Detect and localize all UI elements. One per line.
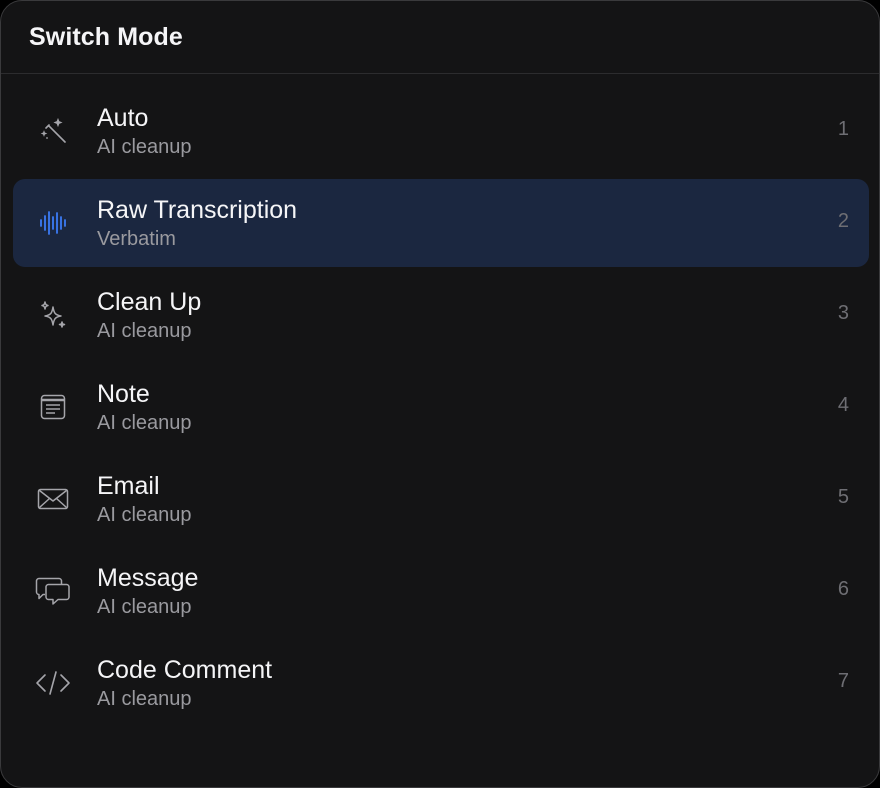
mode-subtitle: AI cleanup <box>97 320 192 342</box>
sparkles-icon <box>35 297 71 333</box>
envelope-icon <box>35 481 71 517</box>
mode-item-raw-transcription[interactable]: Raw Transcription Verbatim 2 <box>13 179 869 267</box>
mode-shortcut: 6 <box>837 578 849 600</box>
mode-subtitle: AI cleanup <box>97 412 192 434</box>
panel-title: Switch Mode <box>29 22 183 51</box>
mode-subtitle: AI cleanup <box>97 136 192 158</box>
mode-title: Raw Transcription <box>97 196 298 224</box>
mode-shortcut: 2 <box>837 210 849 232</box>
mode-item-message[interactable]: Message AI cleanup 6 <box>13 547 869 635</box>
mode-item-note[interactable]: Note AI cleanup 4 <box>13 363 869 451</box>
mode-title: Clean Up <box>97 288 202 316</box>
mode-subtitle: AI cleanup <box>97 596 192 618</box>
code-brackets-icon <box>35 665 71 701</box>
magic-wand-icon <box>35 113 71 149</box>
mode-shortcut: 7 <box>837 670 849 692</box>
mode-title: Note <box>97 380 150 408</box>
mode-subtitle: AI cleanup <box>97 504 192 526</box>
mode-item-code-comment[interactable]: Code Comment AI cleanup 7 <box>13 639 869 727</box>
mode-shortcut: 3 <box>837 302 849 324</box>
mode-title: Message <box>97 564 199 592</box>
mode-shortcut: 4 <box>837 394 849 416</box>
switch-mode-panel: Switch Mode Auto AI cleanup 1 Raw Transc… <box>0 0 880 788</box>
chat-bubbles-icon <box>35 573 71 609</box>
mode-list: Auto AI cleanup 1 Raw Transcription Verb… <box>13 87 869 731</box>
mode-title: Auto <box>97 104 149 132</box>
mode-title: Code Comment <box>97 656 273 684</box>
mode-item-auto[interactable]: Auto AI cleanup 1 <box>13 87 869 175</box>
mode-shortcut: 5 <box>837 486 849 508</box>
waveform-icon <box>35 205 71 241</box>
mode-shortcut: 1 <box>837 118 849 140</box>
mode-subtitle: Verbatim <box>97 228 176 250</box>
mode-subtitle: AI cleanup <box>97 688 192 710</box>
panel-header: Switch Mode <box>1 1 879 74</box>
mode-title: Email <box>97 472 160 500</box>
note-icon <box>35 389 71 425</box>
mode-item-email[interactable]: Email AI cleanup 5 <box>13 455 869 543</box>
mode-item-clean-up[interactable]: Clean Up AI cleanup 3 <box>13 271 869 359</box>
